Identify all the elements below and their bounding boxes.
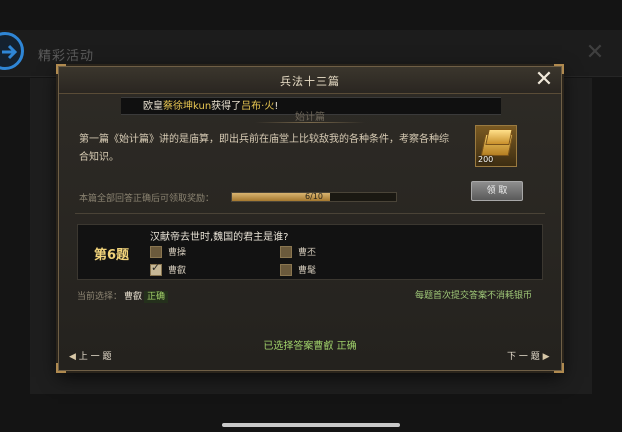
option-label: 曹丕	[298, 248, 317, 258]
claim-button[interactable]: 领 取	[471, 181, 523, 201]
current-selection-answer: 曹叡	[124, 292, 143, 302]
option-label: 曹操	[168, 248, 187, 258]
progress-text: 6/10	[305, 192, 323, 201]
previous-label: 上 一 题	[78, 352, 112, 362]
option-caorui[interactable]: 曹叡	[150, 261, 187, 276]
current-selection-status: 正确	[144, 291, 169, 303]
progress-label: 本篇全部回答正确后可领取奖励：	[79, 194, 215, 204]
reward-item[interactable]: 200	[475, 125, 517, 167]
gold-ingot-icon-top	[485, 129, 513, 145]
option-label: 曹髦	[298, 266, 317, 276]
reward-count: 200	[478, 155, 494, 164]
arrow-left-icon: ◀	[69, 352, 79, 362]
corner-ornament	[554, 363, 564, 373]
question-panel: 第6题 汉献帝去世时,魏国的君主是谁? 曹操 曹丕 曹叡 曹髦	[77, 224, 543, 280]
submit-hint: 每题首次提交答案不消耗银币	[415, 291, 533, 301]
home-indicator	[222, 423, 400, 427]
quiz-dialog: 兵法十三篇 ✕ 欧皇蔡徐坤kun获得了吕布·火! 始计篇 第一篇《始计篇》讲的是…	[56, 64, 564, 373]
checkbox[interactable]	[280, 263, 292, 276]
corner-ornament	[56, 363, 66, 373]
option-caopi[interactable]: 曹丕	[280, 245, 316, 258]
checkbox[interactable]	[280, 245, 292, 258]
option-label: 曹叡	[168, 266, 187, 276]
chapter-divider	[255, 122, 365, 123]
background-page-title: 精彩活动	[38, 49, 95, 64]
close-icon[interactable]: ✕	[533, 69, 555, 91]
chapter-description: 第一篇《始计篇》讲的是庙算，即出兵前在庙堂上比较敌我的各种条件，考察各种综合知识…	[79, 134, 449, 163]
arrow-right-icon: ▶	[539, 352, 550, 362]
dialog-header: 兵法十三篇 ✕	[59, 67, 561, 94]
checkbox[interactable]	[150, 261, 162, 276]
option-caocao[interactable]: 曹操	[150, 245, 186, 258]
dialog-title: 兵法十三篇	[280, 75, 340, 88]
answer-result: 已选择答案曹叡 正确	[263, 341, 357, 352]
current-selection: 当前选择： 曹叡 正确	[77, 289, 169, 303]
back-arrow-icon	[2, 44, 18, 60]
background-close-icon[interactable]: ✕	[584, 42, 606, 64]
chapter-title: 始计篇	[295, 112, 325, 123]
next-question-button[interactable]: 下 一 题 ▶	[507, 349, 550, 362]
next-label: 下 一 题	[507, 352, 540, 362]
question-number: 第6题	[94, 248, 130, 263]
current-selection-label: 当前选择：	[77, 292, 123, 302]
divider	[75, 213, 545, 214]
option-caomao[interactable]: 曹髦	[280, 263, 316, 276]
checkbox[interactable]	[150, 245, 162, 258]
question-text: 汉献帝去世时,魏国的君主是谁?	[150, 232, 289, 243]
previous-question-button[interactable]: ◀ 上 一 题	[69, 349, 112, 362]
progress-bar: 6/10	[231, 192, 397, 202]
